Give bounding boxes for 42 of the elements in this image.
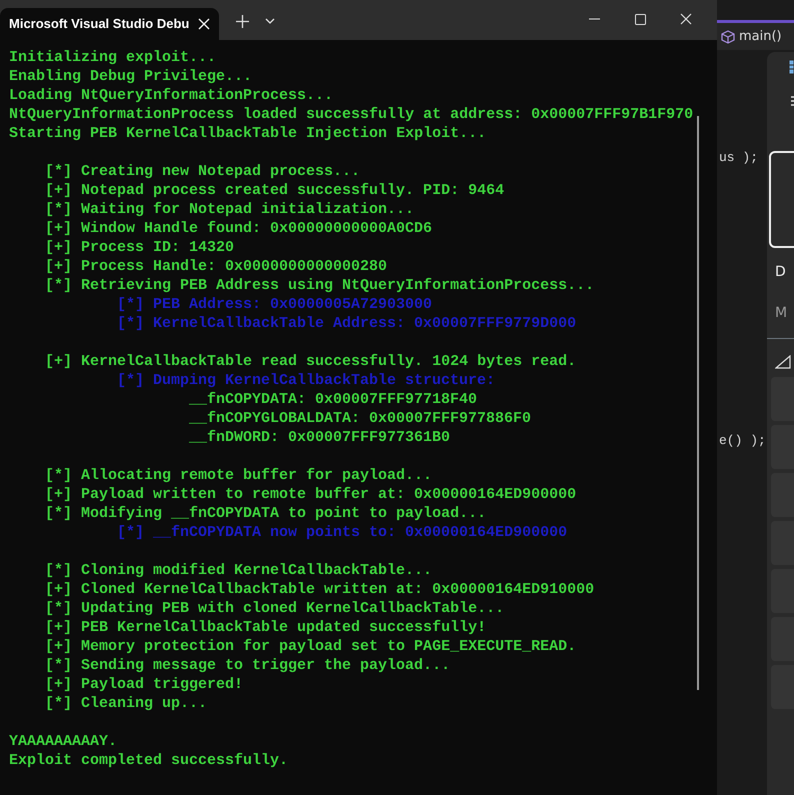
console-line: [+] Memory protection for payload set to PAGE_EXECUTE_READ. xyxy=(45,637,578,656)
console-line: [+] Payload written to remote buffer at: 0x00000164ED900000 xyxy=(45,485,578,504)
cube-icon xyxy=(721,30,735,44)
code-fragment: e() ); xyxy=(719,432,766,450)
panel-label: M xyxy=(774,304,788,323)
console-line: [*] KernelCallbackTable Address: 0x00007FFF9779D000 xyxy=(117,314,578,333)
console-line: [+] Payload triggered! xyxy=(45,675,244,694)
console-line: Enabling Debug Privilege... xyxy=(9,67,254,86)
console-line: Loading NtQueryInformationProcess... xyxy=(9,86,334,105)
code-fragment: us ); xyxy=(719,149,758,167)
console-line: [+] Process ID: 14320 xyxy=(45,238,236,257)
console-line: [+] Window Handle found: 0x00000000000A0CD6 xyxy=(45,219,434,238)
console-line: [+] Process Handle: 0x0000000000000280 xyxy=(45,257,388,276)
console-line: YAAAAAAAAAY. xyxy=(9,732,118,751)
console-line: NtQueryInformationProcess loaded successfully at address: 0x00007FFF97B1F970 xyxy=(9,105,694,124)
console-line: Initializing exploit... xyxy=(9,48,218,67)
console-line: [+] Cloned KernelCallbackTable written at: 0x00000164ED910000 xyxy=(45,580,596,599)
console-line: [*] Cloning modified KernelCallbackTable... xyxy=(45,561,434,580)
console-line: [*] PEB Address: 0x0000005A72903000 xyxy=(117,295,434,314)
panel-label: D xyxy=(774,263,787,282)
console-line: [*] Modifying __fnCOPYDATA to point to payload... xyxy=(45,504,488,523)
console-line: [*] Dumping KernelCallbackTable structure: xyxy=(117,371,496,390)
console-line: __fnDWORD: 0x00007FFF977361B0 xyxy=(189,428,452,447)
console-line: [*] Cleaning up... xyxy=(45,694,208,713)
console-line: [*] Retrieving PEB Address using NtQueryInformationProcess... xyxy=(45,276,596,295)
console-line: [*] Sending message to trigger the payload... xyxy=(45,656,452,675)
scrollbar[interactable] xyxy=(697,116,699,690)
console-line: [+] PEB KernelCallbackTable updated successfully! xyxy=(45,618,488,637)
console-line: [*] Allocating remote buffer for payload... xyxy=(45,466,434,485)
console-line: [*] Updating PEB with cloned KernelCallbackTable... xyxy=(45,599,506,618)
console-line: [*] Creating new Notepad process... xyxy=(45,162,362,181)
console-line: __fnCOPYDATA: 0x00007FFF97718F40 xyxy=(189,390,478,409)
console-line: [*] __fnCOPYDATA now points to: 0x00000164ED900000 xyxy=(117,523,568,542)
terminal-tab[interactable]: Microsoft Visual Studio Debu xyxy=(0,8,220,40)
console-line: [*] Waiting for Notepad initialization... xyxy=(45,200,416,219)
console-line: [+] KernelCallbackTable read successfully. 1024 bytes read. xyxy=(45,352,578,371)
tab-title: Microsoft Visual Studio Debu xyxy=(9,15,190,34)
console-line: Starting PEB KernelCallbackTable Injection Exploit... xyxy=(9,124,488,143)
console-line: Exploit completed successfully. xyxy=(9,751,290,770)
ruler-icon xyxy=(775,354,791,369)
console-line: [+] Notepad process created successfully. PID: 9464 xyxy=(45,181,506,200)
console-line: __fnCOPYGLOBALDATA: 0x00007FFF977886F0 xyxy=(189,409,532,428)
